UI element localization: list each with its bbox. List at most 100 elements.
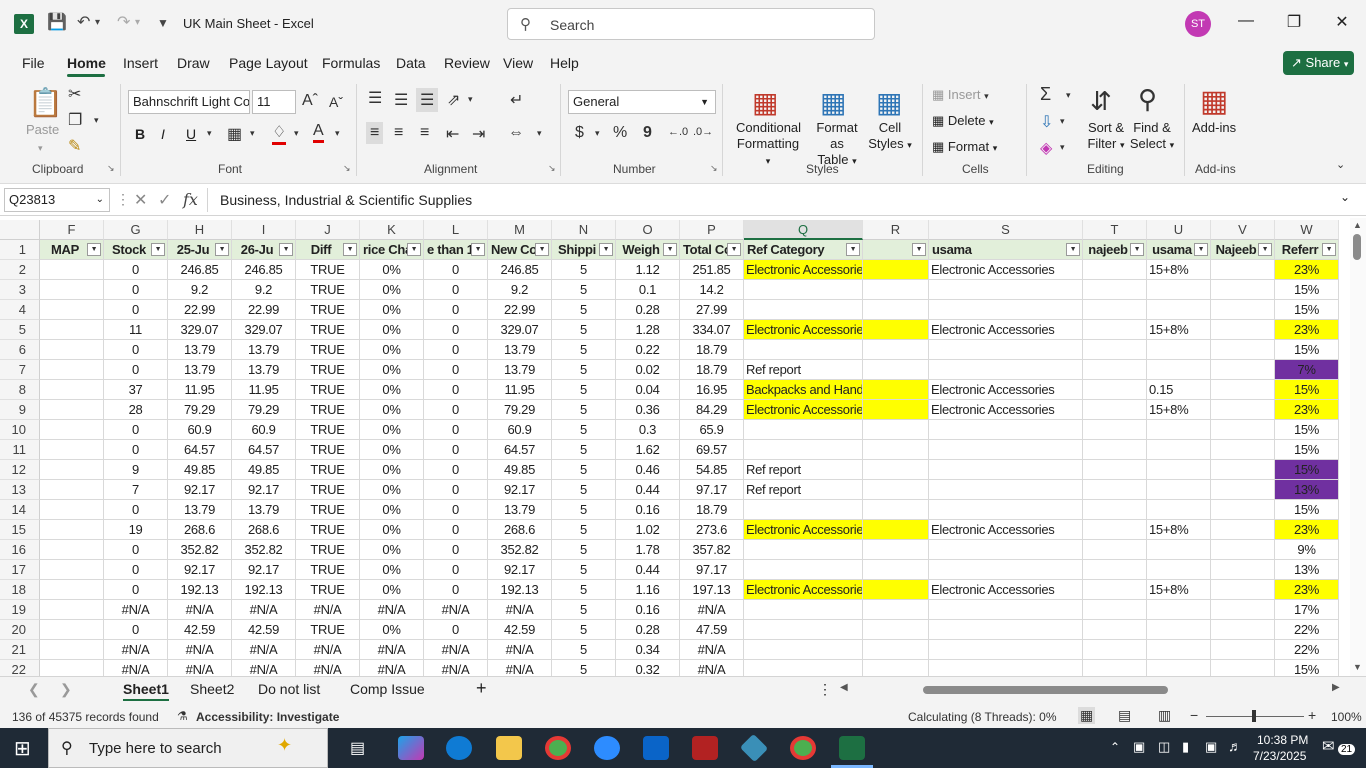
table-cell[interactable]: 352.82 xyxy=(232,540,296,560)
table-cell[interactable]: 15% xyxy=(1275,340,1339,360)
accessibility-icon[interactable]: ⚗ xyxy=(177,709,188,723)
sort-filter-button[interactable]: Sort & Filter ▾ xyxy=(1084,120,1128,153)
table-cell[interactable] xyxy=(929,360,1083,380)
table-cell[interactable]: TRUE xyxy=(296,420,360,440)
table-cell[interactable] xyxy=(40,640,104,660)
table-cell[interactable] xyxy=(40,340,104,360)
page-break-view-icon[interactable]: ▥ xyxy=(1158,707,1171,724)
format-as-table-icon[interactable]: ▦ xyxy=(820,86,846,119)
table-cell[interactable]: 64.57 xyxy=(232,440,296,460)
table-cell[interactable]: 0.44 xyxy=(616,480,680,500)
copilot-app-icon[interactable] xyxy=(398,736,424,760)
table-cell[interactable]: 334.07 xyxy=(680,320,744,340)
table-cell[interactable] xyxy=(40,260,104,280)
table-cell[interactable] xyxy=(744,420,863,440)
table-cell[interactable] xyxy=(1211,360,1275,380)
insert-cells-button[interactable]: ▦ Insert ▾ xyxy=(932,87,1022,104)
table-cell[interactable]: #N/A xyxy=(296,600,360,620)
table-cell[interactable] xyxy=(744,440,863,460)
table-cell[interactable] xyxy=(1147,420,1211,440)
table-cell[interactable] xyxy=(929,540,1083,560)
table-cell[interactable]: 23% xyxy=(1275,320,1339,340)
table-cell[interactable]: 49.85 xyxy=(168,460,232,480)
table-cell[interactable]: 0% xyxy=(360,620,424,640)
table-cell[interactable]: 92.17 xyxy=(232,560,296,580)
table-cell[interactable]: 0% xyxy=(360,320,424,340)
table-cell[interactable]: 5 xyxy=(552,560,616,580)
table-cell[interactable]: #N/A xyxy=(488,600,552,620)
scroll-down-icon[interactable]: ▼ xyxy=(1353,662,1362,672)
table-cell[interactable] xyxy=(40,660,104,676)
table-cell[interactable]: 47.59 xyxy=(680,620,744,640)
table-cell[interactable]: 192.13 xyxy=(232,580,296,600)
table-cell[interactable] xyxy=(40,300,104,320)
table-cell[interactable] xyxy=(863,440,929,460)
underline-button[interactable]: U xyxy=(186,126,196,142)
table-cell[interactable]: 1.16 xyxy=(616,580,680,600)
table-cell[interactable]: 0% xyxy=(360,280,424,300)
table-cell[interactable]: 0.46 xyxy=(616,460,680,480)
table-cell[interactable]: 5 xyxy=(552,520,616,540)
table-cell[interactable] xyxy=(929,480,1083,500)
header-cell[interactable]: Total Co ▼ xyxy=(680,240,744,260)
avatar[interactable]: ST xyxy=(1185,11,1211,37)
borders-icon[interactable]: ▦ xyxy=(227,124,242,144)
table-cell[interactable]: 64.57 xyxy=(488,440,552,460)
table-cell[interactable] xyxy=(863,660,929,676)
table-cell[interactable]: 15% xyxy=(1275,500,1339,520)
zoom-app-icon[interactable] xyxy=(594,736,620,760)
edge-icon[interactable] xyxy=(446,736,472,760)
filter-dropdown-icon[interactable]: ▼ xyxy=(663,243,677,256)
zoom-in-icon[interactable]: + xyxy=(1308,707,1316,723)
row-header[interactable]: 2 xyxy=(0,260,40,280)
table-cell[interactable]: 0.28 xyxy=(616,620,680,640)
table-cell[interactable]: 60.9 xyxy=(168,420,232,440)
table-cell[interactable]: Backpacks and Handbags xyxy=(744,380,863,400)
table-cell[interactable] xyxy=(929,640,1083,660)
table-cell[interactable]: 84.29 xyxy=(680,400,744,420)
table-cell[interactable]: 0.22 xyxy=(616,340,680,360)
close-icon[interactable]: ✕ xyxy=(1327,12,1357,32)
header-cell[interactable]: usama ▼ xyxy=(1147,240,1211,260)
table-cell[interactable] xyxy=(40,500,104,520)
table-cell[interactable]: 5 xyxy=(552,440,616,460)
comma-button[interactable]: 9 xyxy=(643,124,652,142)
table-cell[interactable]: Electronic Accessories xyxy=(744,580,863,600)
table-cell[interactable] xyxy=(40,560,104,580)
table-cell[interactable]: Ref report xyxy=(744,460,863,480)
table-cell[interactable] xyxy=(1211,480,1275,500)
table-cell[interactable]: 54.85 xyxy=(680,460,744,480)
table-cell[interactable] xyxy=(1147,620,1211,640)
row-header[interactable]: 12 xyxy=(0,460,40,480)
font-name-select[interactable]: Bahnschrift Light Co xyxy=(128,90,250,114)
table-cell[interactable]: #N/A xyxy=(424,660,488,676)
table-cell[interactable] xyxy=(863,340,929,360)
table-cell[interactable]: 22% xyxy=(1275,620,1339,640)
table-cell[interactable] xyxy=(1083,480,1147,500)
table-cell[interactable] xyxy=(929,600,1083,620)
table-cell[interactable]: 22.99 xyxy=(232,300,296,320)
table-cell[interactable]: 0% xyxy=(360,400,424,420)
row-header[interactable]: 17 xyxy=(0,560,40,580)
table-cell[interactable]: 0% xyxy=(360,500,424,520)
table-cell[interactable] xyxy=(1211,300,1275,320)
header-cell[interactable]: MAP ▼ xyxy=(40,240,104,260)
network-icon[interactable]: ▣ xyxy=(1205,739,1217,755)
zoom-out-icon[interactable]: − xyxy=(1190,707,1198,723)
table-cell[interactable]: 23% xyxy=(1275,520,1339,540)
table-cell[interactable]: Electronic Accessories xyxy=(929,260,1083,280)
vpn-app-icon[interactable] xyxy=(739,733,769,763)
table-cell[interactable]: 7% xyxy=(1275,360,1339,380)
table-cell[interactable] xyxy=(1147,460,1211,480)
next-sheet-icon[interactable]: ❯ xyxy=(60,681,72,698)
chrome-profile-icon[interactable] xyxy=(790,736,816,760)
page-layout-view-icon[interactable]: ▤ xyxy=(1118,707,1131,724)
table-cell[interactable] xyxy=(1211,400,1275,420)
table-cell[interactable] xyxy=(929,340,1083,360)
table-cell[interactable]: 0% xyxy=(360,440,424,460)
table-cell[interactable]: 49.85 xyxy=(232,460,296,480)
table-cell[interactable]: 13.79 xyxy=(232,500,296,520)
format-cells-button[interactable]: ▦ Format ▾ xyxy=(932,139,1022,156)
table-cell[interactable]: 13.79 xyxy=(488,360,552,380)
header-cell[interactable]: Shippi ▼ xyxy=(552,240,616,260)
